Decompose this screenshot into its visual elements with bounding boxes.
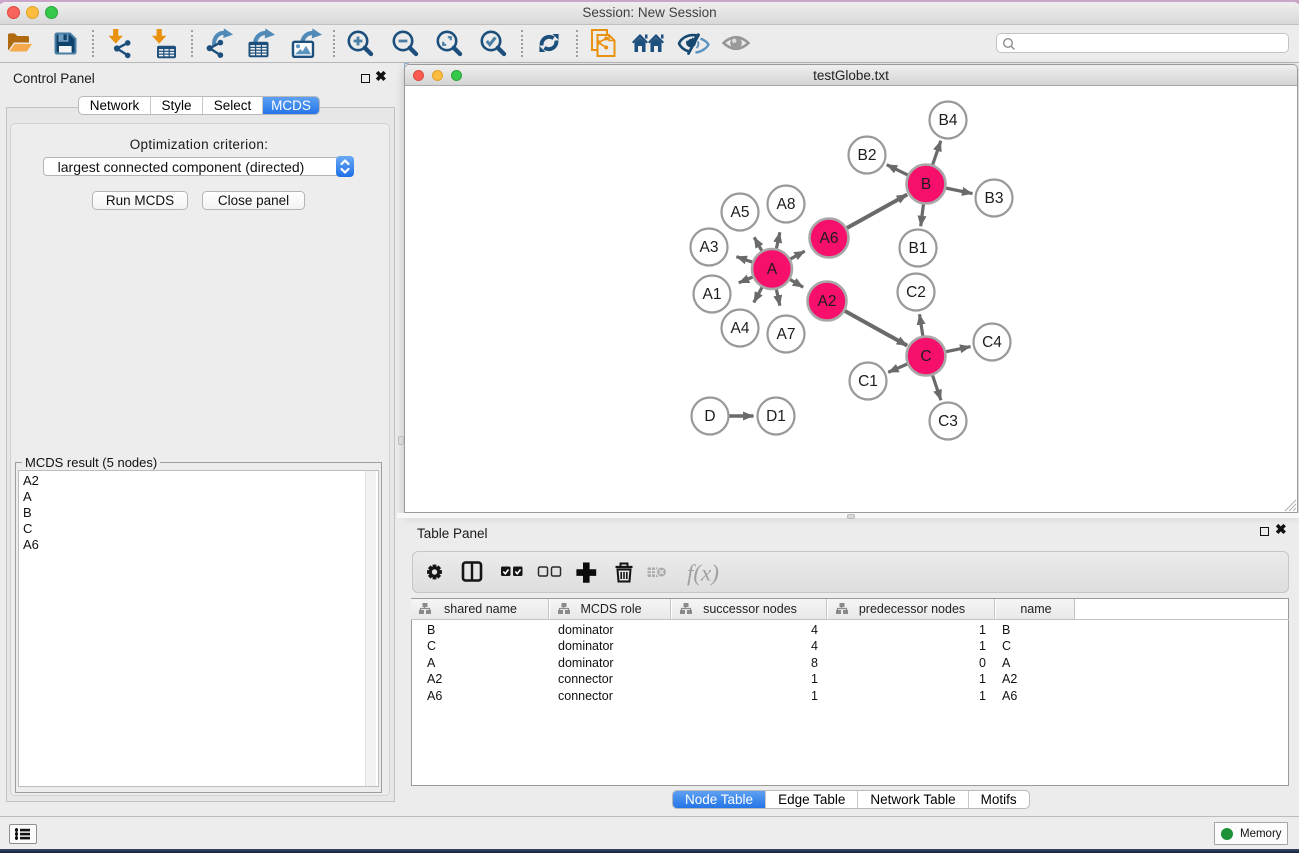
svg-text:C2: C2: [906, 284, 926, 301]
svg-text:B1: B1: [909, 240, 928, 257]
svg-text:A: A: [767, 261, 778, 278]
svg-text:C4: C4: [982, 334, 1002, 351]
svg-text:A2: A2: [818, 293, 837, 310]
svg-text:f(x): f(x): [687, 561, 719, 586]
svg-text:C1: C1: [858, 373, 878, 390]
svg-text:B3: B3: [985, 190, 1004, 207]
svg-text:D1: D1: [766, 408, 786, 425]
svg-text:D: D: [704, 408, 715, 425]
svg-text:C3: C3: [938, 413, 958, 430]
svg-text:B2: B2: [858, 147, 877, 164]
svg-text:A8: A8: [777, 196, 796, 213]
svg-text:A4: A4: [731, 320, 750, 337]
svg-text:A6: A6: [820, 230, 839, 247]
svg-text:A5: A5: [731, 204, 750, 221]
svg-text:C: C: [920, 348, 931, 365]
svg-text:A1: A1: [703, 286, 722, 303]
svg-text:A3: A3: [700, 239, 719, 256]
svg-text:A7: A7: [777, 326, 796, 343]
svg-text:B: B: [921, 176, 931, 193]
svg-text:B4: B4: [939, 112, 958, 129]
